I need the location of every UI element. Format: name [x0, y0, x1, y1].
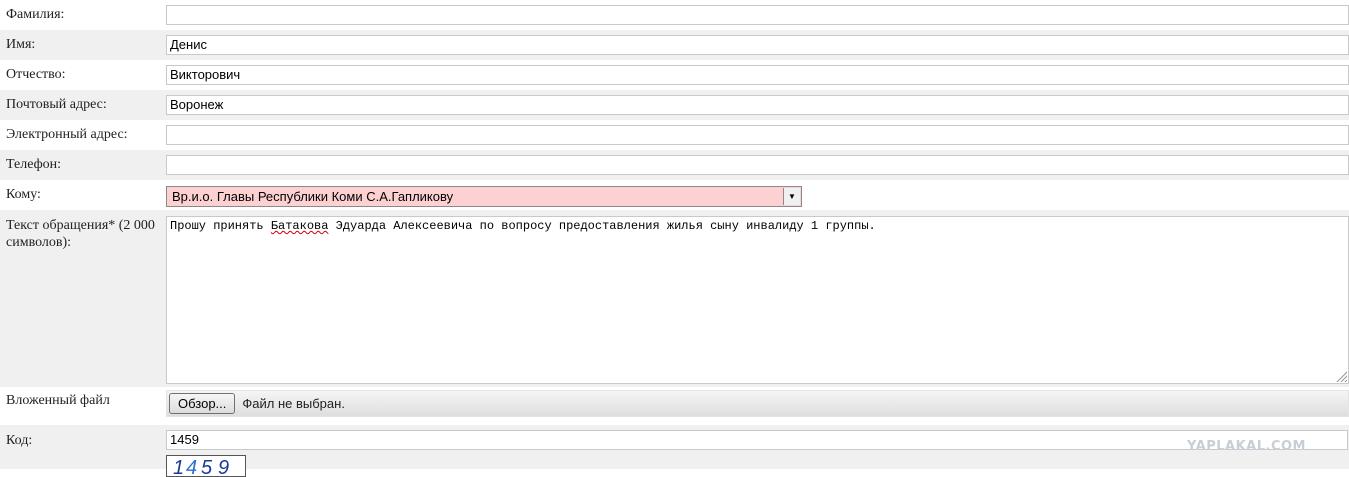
recipient-select[interactable]: Вр.и.о. Главы Республики Коми С.А.Гаплик…: [166, 186, 802, 207]
firstname-label: Имя:: [6, 37, 36, 52]
row-attachment: Вложенный файл Обзор... Файл не выбран.: [0, 387, 1349, 425]
email-label: Электронный адрес:: [6, 127, 128, 142]
message-text-start: Прошу принять: [170, 219, 271, 233]
row-lastname: Фамилия:: [0, 0, 1349, 30]
phone-label: Телефон:: [6, 157, 62, 172]
message-textarea[interactable]: Прошу принять Батакова Эдуарда Алексееви…: [166, 216, 1349, 384]
lastname-label: Фамилия:: [6, 7, 65, 22]
row-email: Электронный адрес:: [0, 120, 1349, 150]
attachment-label: Вложенный файл: [6, 393, 110, 408]
row-postal-address: Почтовый адрес: Воронеж: [0, 90, 1349, 120]
misspelled-word: Батакова: [270, 219, 329, 233]
row-recipient: Кому: Вр.и.о. Главы Республики Коми С.А.…: [0, 180, 1349, 210]
code-label: Код:: [6, 433, 33, 448]
email-input[interactable]: [166, 125, 1349, 145]
firstname-input[interactable]: Денис: [166, 35, 1349, 55]
file-status-text: Файл не выбран.: [242, 396, 345, 411]
recipient-selected-value: Вр.и.о. Главы Республики Коми С.А.Гаплик…: [172, 189, 454, 204]
row-firstname: Имя: Денис: [0, 30, 1349, 60]
captcha-image: 1 4 5 9: [166, 455, 246, 477]
lastname-input[interactable]: [166, 5, 1349, 25]
chevron-down-icon[interactable]: ▼: [783, 188, 800, 205]
message-text-end: Эдуарда Алексеевича по вопросу предостав…: [328, 219, 876, 233]
row-patronymic: Отчество: Викторович: [0, 60, 1349, 90]
postal-address-input[interactable]: Воронеж: [166, 95, 1349, 115]
phone-input[interactable]: [166, 155, 1349, 175]
message-label: Текст обращения* (2 000 символов):: [6, 218, 155, 250]
patronymic-label: Отчество:: [6, 67, 66, 82]
postal-address-label: Почтовый адрес:: [6, 97, 107, 112]
row-phone: Телефон:: [0, 150, 1349, 180]
row-message: Текст обращения* (2 000 символов): Прошу…: [0, 210, 1349, 387]
recipient-label: Кому:: [6, 187, 41, 202]
browse-button[interactable]: Обзор...: [169, 393, 236, 414]
file-input: Обзор... Файл не выбран.: [166, 390, 1349, 417]
watermark: YAPLAKAL.COM: [1187, 439, 1306, 454]
appeal-form: Фамилия: Имя: Денис Отчество: Викторович…: [0, 0, 1349, 469]
resize-grip-icon[interactable]: [1335, 370, 1347, 382]
patronymic-input[interactable]: Викторович: [166, 65, 1349, 85]
code-input[interactable]: 1459: [166, 430, 1348, 450]
